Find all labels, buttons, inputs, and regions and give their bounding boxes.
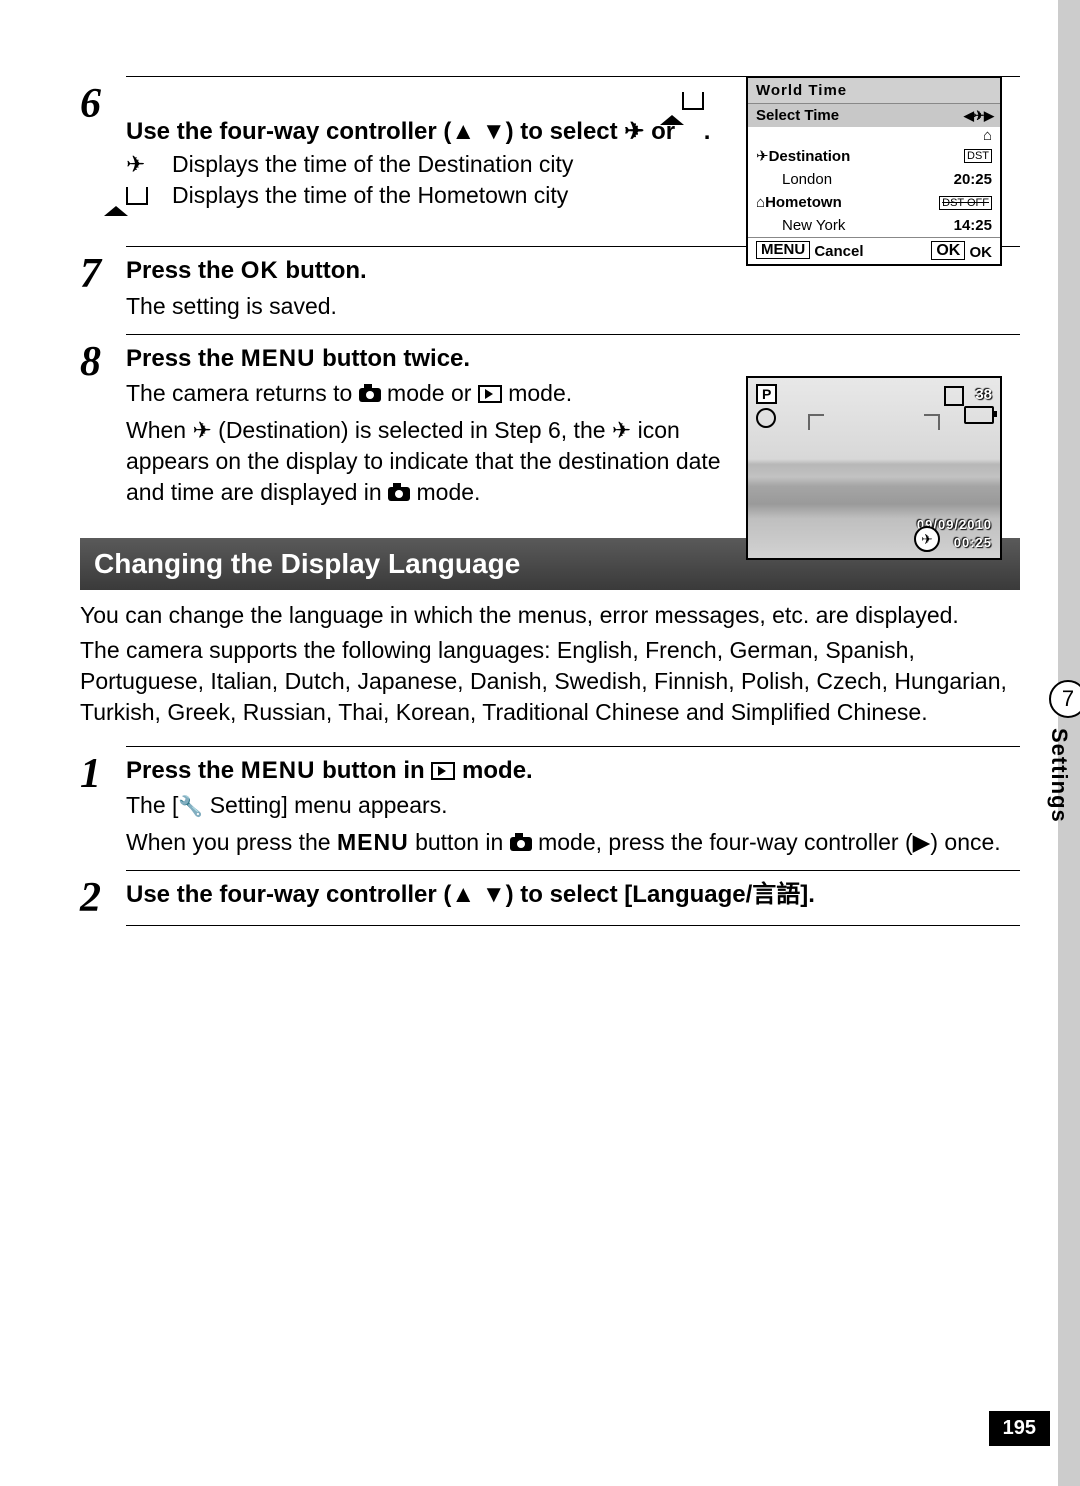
dst-on-badge: DST [964,149,992,163]
menu-button-label: MENU [337,829,409,855]
lang-step-1-text-1: The [ Setting] menu appears. [126,790,1020,821]
playback-icon [431,762,455,780]
home-icon [126,182,148,236]
wrench-icon [178,792,203,818]
step-number: 8 [80,339,126,383]
home-small-icon: ⌂ [983,127,992,144]
step-number: 7 [80,251,126,295]
step-number: 2 [80,875,126,919]
dst-off-badge: DST OFF [939,196,992,210]
camera-preview-screen: P 38 09/09/2010 ✈ 00:25 [746,376,1002,560]
up-arrow-icon [451,118,475,145]
down-arrow-icon [482,118,506,145]
step-8-heading: Press the MENU button twice. [126,343,730,374]
right-arrow-icon [913,829,931,855]
memory-card-icon [944,386,964,406]
ok-badge: OK [931,241,965,260]
world-time-hometown-city-row: New York 14:25 [748,214,1000,237]
step-6-heading: Use the four-way controller ( ) to selec… [126,85,730,147]
camera-icon [359,388,381,402]
world-time-footer: MENU Cancel OK OK [748,237,1000,264]
plane-description: Displays the time of the Destination cit… [172,151,573,182]
page-number: 195 [989,1411,1050,1446]
left-right-arrows-icon: ◀ ✈ ▶ [964,108,992,124]
home-icon: ⌂ [756,194,765,211]
lang-step-1: 1 Press the MENU button in mode. The [ S… [80,751,1020,864]
world-time-screen: World Time Select Time ◀ ✈ ▶ ⌂ Destinati… [746,76,1002,266]
plane-icon [192,417,211,443]
lang-step-1-heading: Press the MENU button in mode. [126,755,1020,786]
plane-icon [756,148,769,165]
world-time-select-row: Select Time ◀ ✈ ▶ [748,104,1000,127]
world-time-destination-city-row: London 20:25 [748,168,1000,191]
hometown-time: 14:25 [954,217,992,234]
plane-icon [612,417,631,443]
step-7-text: The setting is saved. [126,291,1020,322]
cancel-label: Cancel [814,243,863,260]
world-time-hometown-row: ⌂Hometown DST OFF [748,191,1000,214]
down-arrow-icon [482,881,506,908]
battery-icon [964,406,994,424]
program-mode-badge: P [756,384,777,404]
plane-icon [624,118,644,145]
step-8-text-1: The camera returns to mode or mode. [126,378,730,409]
ok-button-label: OK [241,257,279,284]
face-detect-icon [756,408,776,428]
lang-step-1-text-2: When you press the MENU button in mode, … [126,827,1020,858]
step-8-text-2: When (Destination) is selected in Step 6… [126,415,730,508]
language-list-text: The camera supports the following langua… [80,635,1020,728]
menu-button-label: MENU [241,757,316,784]
select-time-label: Select Time [756,107,839,124]
home-icon [682,85,704,147]
home-description: Displays the time of the Hometown city [172,182,573,240]
focus-bracket-tr-icon [924,414,940,430]
step-number: 1 [80,751,126,795]
lang-step-2-heading: Use the four-way controller ( ) to selec… [126,879,1020,910]
world-time-home-icon-row: ⌂ [748,127,1000,144]
up-arrow-icon [451,881,475,908]
step-number: 6 [80,81,126,125]
menu-button-label: MENU [241,345,316,372]
camera-icon [388,487,410,501]
chapter-side-tab: 7 Settings [1046,680,1080,823]
camera-icon [510,837,532,851]
focus-bracket-tl-icon [808,414,824,430]
chapter-label: Settings [1046,728,1072,823]
menu-badge: MENU [756,241,810,259]
hometown-label: Hometown [765,194,842,211]
destination-label: Destination [769,148,851,165]
destination-active-icon: ✈ [914,526,940,552]
playback-icon [478,385,502,403]
chapter-number: 7 [1049,680,1080,718]
hometown-city: New York [756,217,845,234]
destination-time: 20:25 [954,171,992,188]
destination-city: London [756,171,832,188]
world-time-destination-row: Destination DST [748,144,1000,168]
shots-remaining: 38 [975,386,992,403]
world-time-title: World Time [748,78,1000,104]
preview-time: 00:25 [954,535,992,550]
plane-icon [126,151,145,177]
language-intro-text: You can change the language in which the… [80,600,1020,631]
lang-step-2: 2 Use the four-way controller ( ) to sel… [80,875,1020,919]
ok-label: OK [970,244,993,261]
step-6-icon-list: Displays the time of the Destination cit… [126,151,573,240]
